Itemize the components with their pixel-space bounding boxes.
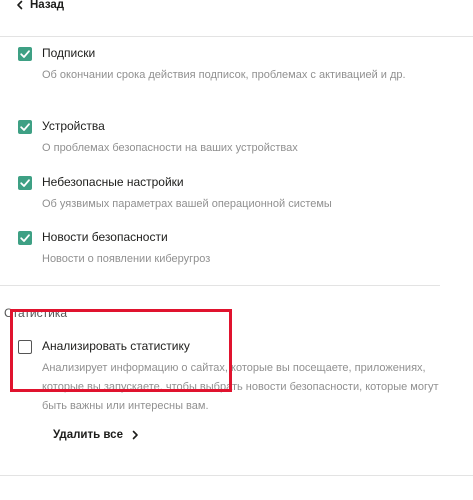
checkbox-unsafe-settings[interactable] xyxy=(18,176,32,190)
checkmark-icon xyxy=(20,50,30,58)
divider xyxy=(0,285,440,286)
option-description: О проблемах безопасности на ваших устрой… xyxy=(42,142,298,154)
chevron-left-icon xyxy=(14,0,26,11)
option-title: Подписки xyxy=(42,46,96,60)
delete-all-label: Удалить все xyxy=(53,429,123,441)
checkbox-subscriptions[interactable] xyxy=(18,47,32,61)
checkbox-security-news[interactable] xyxy=(18,231,32,245)
option-title: Устройства xyxy=(42,119,105,133)
divider xyxy=(0,475,473,476)
option-title: Небезопасные настройки xyxy=(42,175,184,189)
checkbox-devices[interactable] xyxy=(18,120,32,134)
back-link[interactable]: Назад xyxy=(14,0,64,12)
chevron-right-icon xyxy=(129,429,141,441)
delete-all-link[interactable]: Удалить все xyxy=(53,429,141,441)
back-label: Назад xyxy=(30,0,65,11)
option-description: Об окончании срока действия подписок, пр… xyxy=(42,69,406,81)
highlight-annotation xyxy=(10,309,232,392)
checkmark-icon xyxy=(20,179,30,187)
checkmark-icon xyxy=(20,123,30,131)
checkmark-icon xyxy=(20,234,30,242)
option-description: Об уязвимых параметрах вашей операционно… xyxy=(42,198,332,210)
divider xyxy=(0,36,473,37)
option-title: Новости безопасности xyxy=(42,230,168,244)
option-description: Новости о появлении киберугроз xyxy=(42,253,211,265)
